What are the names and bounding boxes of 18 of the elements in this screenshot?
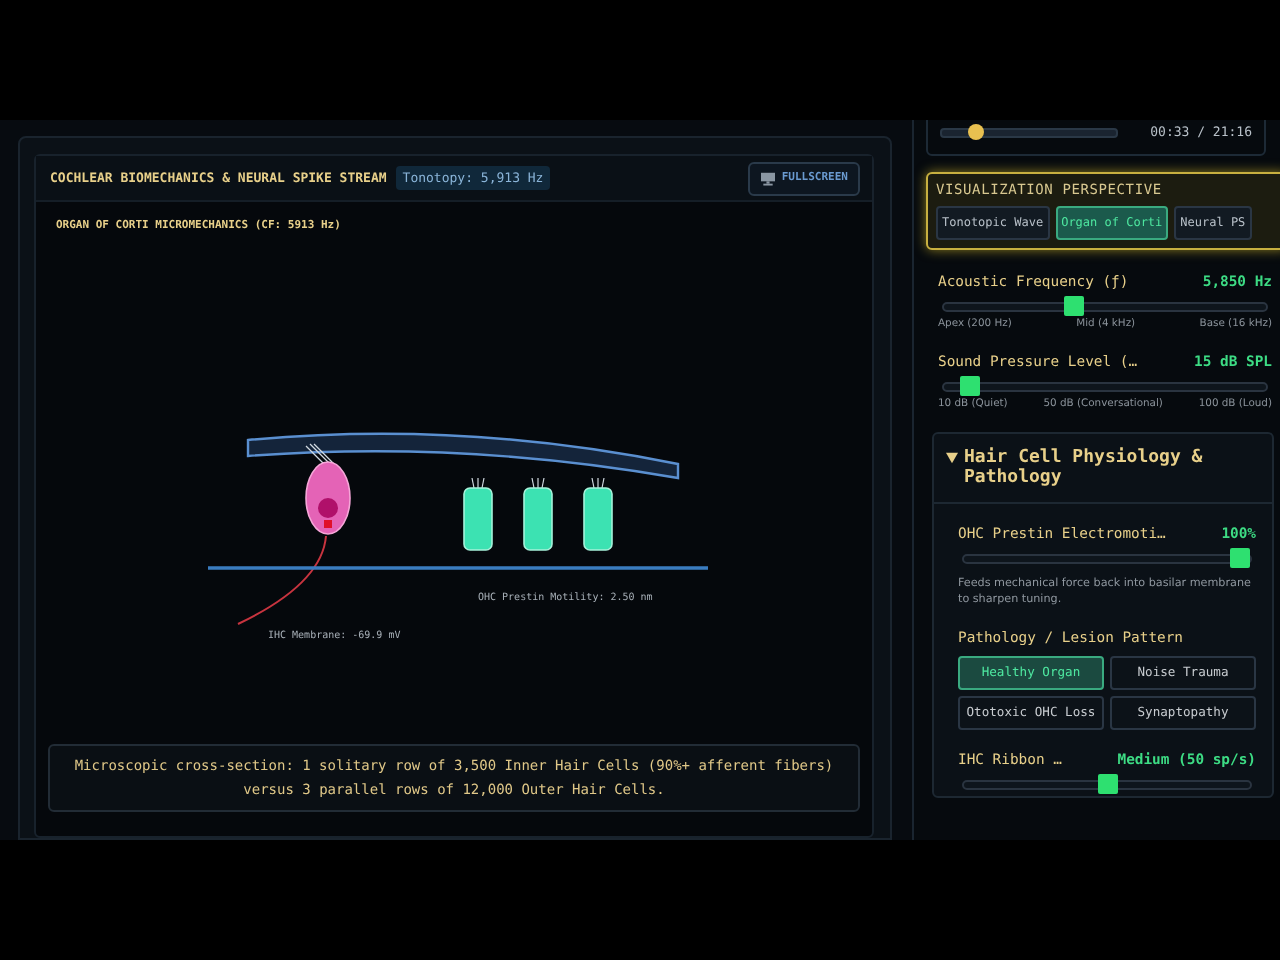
slider-thumb[interactable] [1097, 773, 1117, 793]
slider-track[interactable] [962, 780, 1252, 790]
playback-track[interactable] [940, 127, 1119, 137]
playback-thumb[interactable] [968, 123, 985, 139]
outer-hair-cell-drawing [523, 477, 553, 551]
outer-hair-cell-drawing [463, 477, 493, 551]
outer-hair-cell-drawing [583, 477, 613, 551]
section-toggle[interactable]: Hair Cell Physiology & Pathology [934, 434, 1272, 504]
slider-track[interactable] [942, 302, 1268, 312]
slider-track[interactable] [942, 382, 1268, 392]
monitor-icon [759, 171, 776, 185]
slider-thumb[interactable] [959, 375, 980, 395]
nerve-fiber [237, 535, 327, 625]
slider-thumb[interactable] [1064, 295, 1085, 315]
inner-hair-cell-drawing [305, 443, 351, 535]
slider-thumb[interactable] [1230, 547, 1250, 567]
caret-icon [946, 452, 958, 464]
slider-track[interactable] [962, 554, 1252, 564]
